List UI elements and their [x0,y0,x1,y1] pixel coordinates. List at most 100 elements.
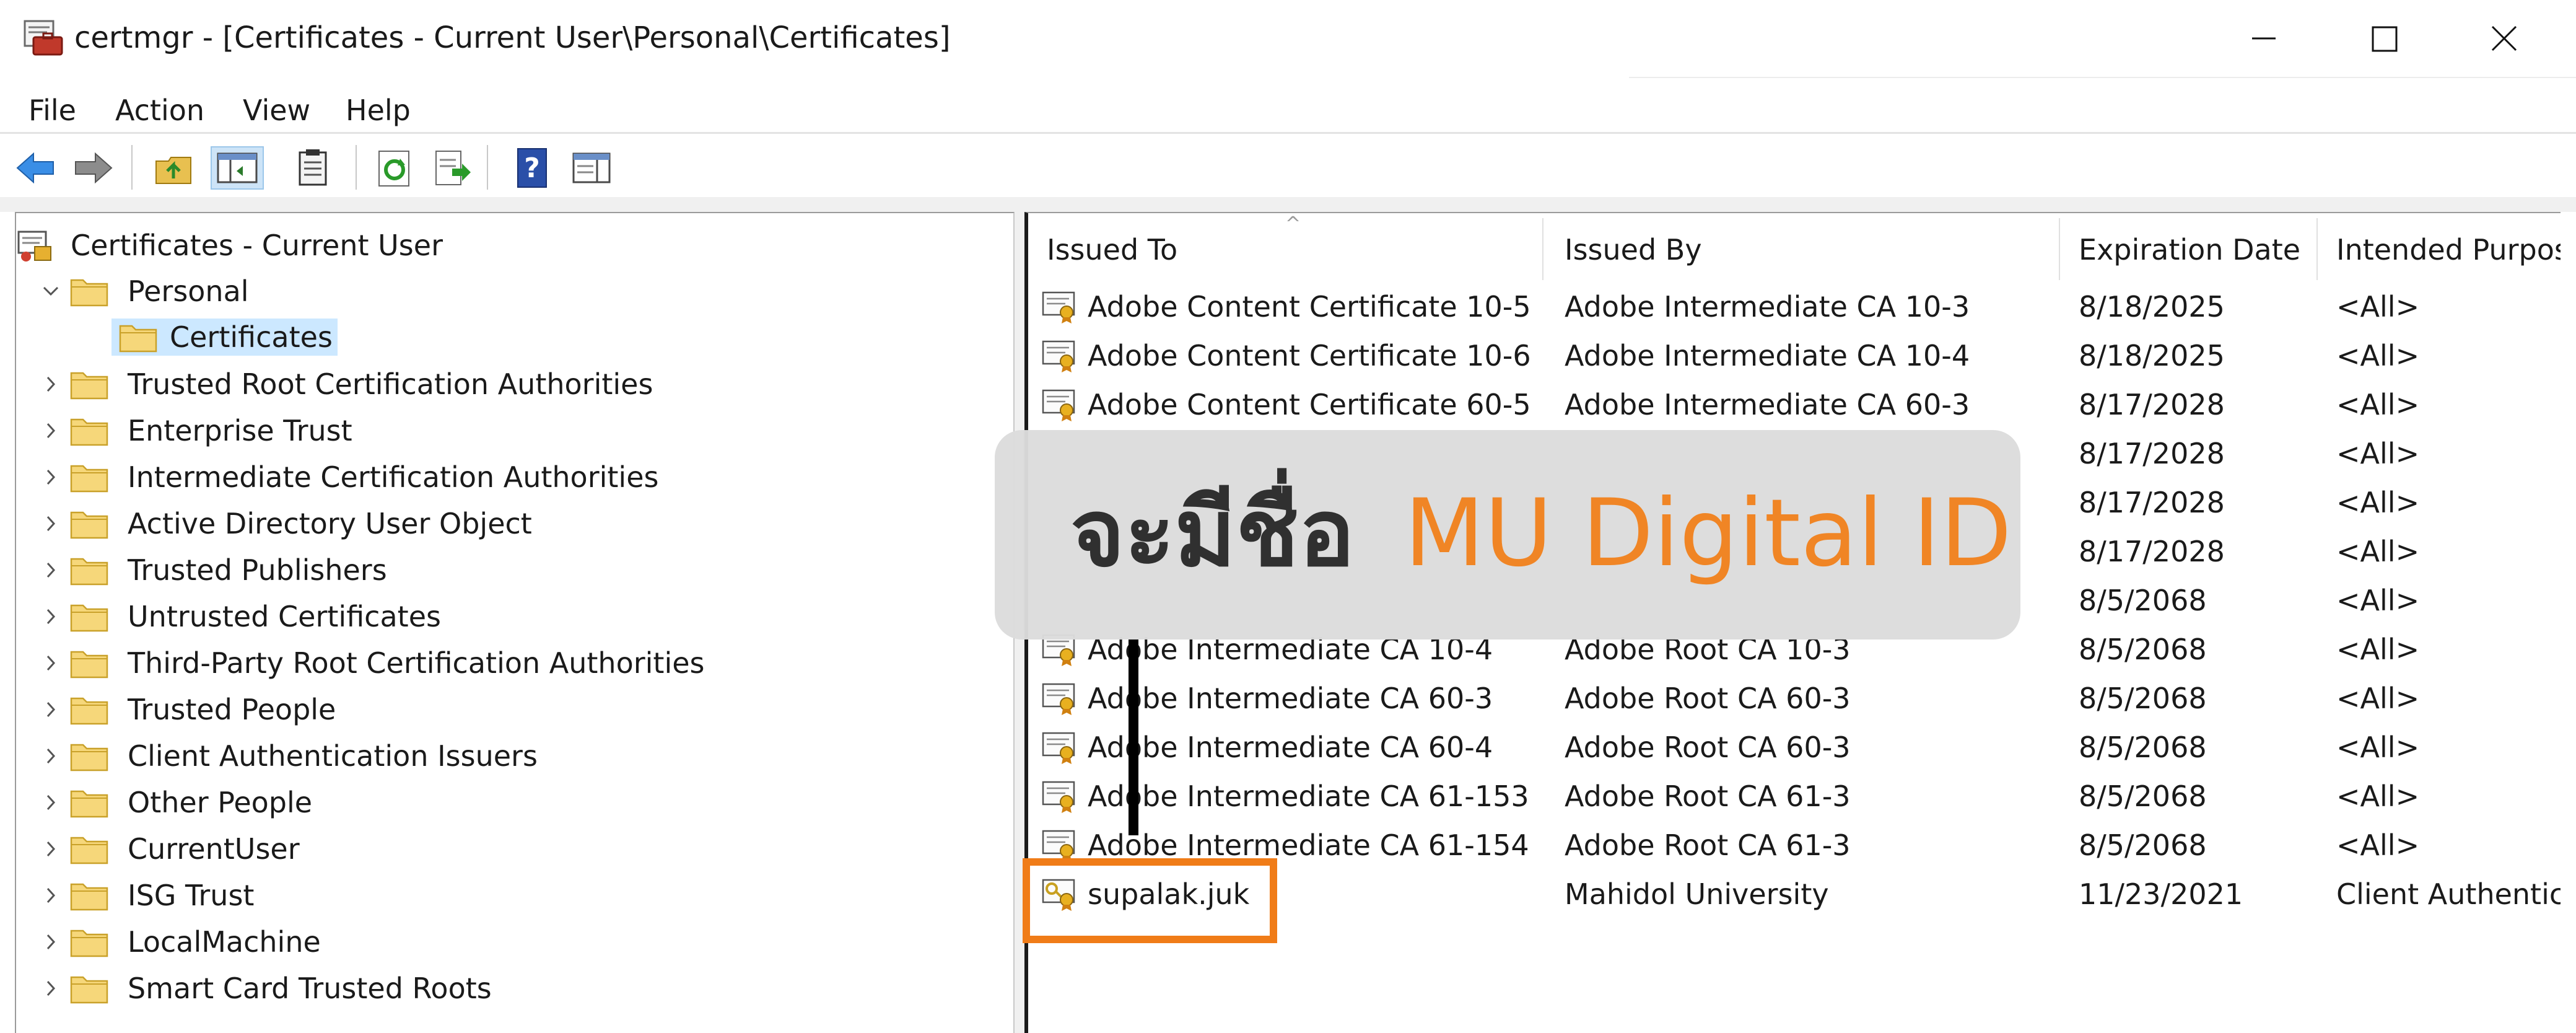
folder-icon [69,508,109,540]
chevron-right-icon[interactable] [32,691,69,728]
back-arrow-icon[interactable] [14,146,57,190]
tree-item-store[interactable]: Smart Card Trusted Roots [32,967,497,1009]
folder-icon [69,600,109,633]
cell-intended-purpose: <All> [2336,388,2420,421]
tree-item-store[interactable]: LocalMachine [32,921,326,963]
chevron-right-icon[interactable] [32,598,69,635]
folder-icon [69,461,109,493]
certificate-icon [1042,388,1081,423]
title-divider [1629,77,2576,78]
table-row[interactable]: Adobe Content Certificate 60-5 Adobe Inte… [1028,380,2561,429]
help-icon[interactable]: ? [510,146,554,190]
menu-help[interactable]: Help [346,92,411,129]
tree-item-label: ISG Trust [128,879,255,912]
column-divider[interactable] [2059,218,2060,280]
column-header-expiration-date[interactable]: Expiration Date [2079,231,2300,269]
tree-item-store[interactable]: Untrusted Certificates [32,596,446,638]
tree-item-label: Intermediate Certification Authorities [128,460,659,494]
tree-item-certificates[interactable]: Certificates [111,316,338,358]
tree-item-store[interactable]: Active Directory User Object [32,503,537,545]
clipboard-icon[interactable] [291,146,334,190]
tree-item-store[interactable]: ISG Trust [32,874,259,917]
toolbar-separator [356,145,357,190]
up-folder-icon[interactable] [152,146,196,190]
callout-brand-text: MU Digital ID [1404,480,2012,587]
tree-item-store[interactable]: Trusted Root Certification Authorities [32,363,658,405]
folder-icon [69,972,109,1004]
column-header-issued-to[interactable]: Issued To [1047,231,1177,269]
tree-item-label: Untrusted Certificates [128,600,441,633]
folder-icon [69,833,109,865]
cell-issued-to: Adobe Content Certificate 60-5 [1088,388,1531,421]
table-row[interactable]: Adobe Intermediate CA 61-153 Adobe Root C… [1028,772,2561,821]
chevron-right-icon[interactable] [32,412,69,449]
chevron-right-icon[interactable] [32,459,69,496]
certificate-icon [1042,290,1081,325]
callout-text: จะมีชื่อ MU Digital ID [1070,475,2012,592]
refresh-icon[interactable] [373,146,416,190]
callout-thai-text: จะมีชื่อ [1070,480,1355,587]
cell-intended-purpose: <All> [2336,437,2420,470]
tree-item-label: Trusted Publishers [128,553,387,587]
cell-issued-by: Adobe Root CA 61-3 [1565,829,1851,862]
tree-item-store[interactable]: Client Authentication Issuers [32,735,543,777]
tree-item-personal[interactable]: Personal [32,270,254,312]
cell-issued-by: Adobe Intermediate CA 60-3 [1565,388,1970,421]
tree-root[interactable]: Certificates - Current User [16,224,448,266]
tree-item-label: Smart Card Trusted Roots [128,972,492,1005]
chevron-right-icon[interactable] [32,923,69,960]
tree-item-store[interactable]: Intermediate Certification Authorities [32,456,663,498]
tree-item-label: LocalMachine [128,925,321,959]
svg-text:?: ? [524,152,540,184]
menu-action[interactable]: Action [115,92,204,129]
chevron-right-icon[interactable] [32,644,69,682]
forward-arrow-icon[interactable] [72,146,115,190]
close-button[interactable] [2470,15,2538,62]
tree-item-store[interactable]: Other People [32,781,317,824]
column-divider[interactable] [2316,218,2318,280]
folder-icon [69,415,109,447]
certificate-icon [1042,731,1081,765]
cell-expiration-date: 8/17/2028 [2079,535,2225,568]
column-header-intended-purpose[interactable]: Intended Purpose [2336,231,2561,269]
minimize-button[interactable] [2230,15,2298,62]
table-row[interactable]: Adobe Intermediate CA 60-3 Adobe Root CA … [1028,674,2561,723]
menu-view[interactable]: View [243,92,310,129]
tree-item-label: Certificates [165,319,338,356]
chevron-right-icon[interactable] [32,505,69,542]
table-row[interactable]: Adobe Content Certificate 10-6 Adobe Inte… [1028,332,2561,380]
chevron-right-icon[interactable] [32,970,69,1007]
column-header-issued-by[interactable]: Issued By [1565,231,1702,269]
show-hide-console-tree-icon[interactable] [211,146,264,190]
folder-icon [111,319,165,356]
certificate-store-icon [16,229,55,262]
highlight-box [1023,858,1277,943]
tree-item-store[interactable]: Third-Party Root Certification Authoriti… [32,642,710,684]
column-divider[interactable] [1542,218,1543,280]
chevron-down-icon[interactable] [32,273,69,310]
chevron-right-icon[interactable] [32,552,69,589]
cell-intended-purpose: <All> [2336,829,2420,862]
tree-item-store[interactable]: Enterprise Trust [32,410,357,452]
folder-icon [69,786,109,819]
tree-item-store[interactable]: Trusted Publishers [32,549,392,591]
menu-file[interactable]: File [28,92,76,129]
maximize-button[interactable] [2350,15,2418,62]
tree-item-store[interactable]: Trusted People [32,688,341,731]
properties-pane-icon[interactable] [570,146,613,190]
chevron-right-icon[interactable] [32,366,69,403]
export-list-icon[interactable] [431,146,474,190]
console-tree: Certificates - Current User Personal Cer… [15,212,1015,1033]
chevron-right-icon[interactable] [32,830,69,868]
tree-item-store[interactable]: CurrentUser [32,828,305,870]
folder-icon [69,368,109,400]
cell-intended-purpose: <All> [2336,535,2420,568]
tree-item-label: Trusted Root Certification Authorities [128,367,653,401]
chevron-right-icon[interactable] [32,737,69,775]
chevron-right-icon[interactable] [32,877,69,914]
menu-bar: File Action View Help [0,87,2576,134]
chevron-right-icon[interactable] [32,784,69,821]
cell-expiration-date: 8/5/2068 [2079,731,2207,764]
table-row[interactable]: Adobe Intermediate CA 60-4 Adobe Root CA … [1028,723,2561,772]
table-row[interactable]: Adobe Content Certificate 10-5 Adobe Inte… [1028,283,2561,332]
